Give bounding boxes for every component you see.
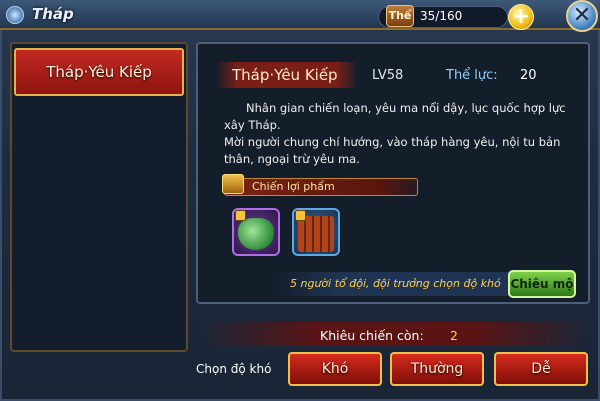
stamina-label: Thể (386, 5, 414, 27)
tower-description: Nhân gian chiến loạn, yêu ma nổi dậy, lụ… (224, 100, 584, 168)
lock-icon (295, 210, 306, 221)
tower-name: Tháp·Yêu Kiếp (232, 66, 338, 84)
lock-icon (235, 210, 246, 221)
loot-label: Chiến lợi phẩm (252, 180, 335, 193)
green-bag-icon (238, 218, 274, 250)
bundle-sticks-icon (298, 216, 334, 252)
recruit-button[interactable]: Chiêu mộ (508, 270, 576, 298)
description-line-1: Nhân gian chiến loạn, yêu ma nổi dậy, lụ… (224, 101, 566, 132)
description-line-2: Mời người chung chí hướng, vào tháp hàng… (224, 135, 561, 166)
stamina-cost-label: Thể lực: (446, 68, 498, 83)
close-x-icon: ✕ (572, 3, 592, 28)
stamina-cost-value: 20 (520, 68, 537, 83)
stamina-value: 35/160 (420, 9, 463, 23)
close-button[interactable]: ✕ (566, 0, 598, 32)
treasure-chest-icon (222, 174, 244, 194)
tower-list-item[interactable]: Tháp·Yêu Kiếp (14, 48, 184, 96)
difficulty-hard-button[interactable]: Khó (288, 352, 382, 386)
challenge-count: 2 (450, 328, 458, 343)
title-orb-icon (6, 6, 24, 24)
difficulty-normal-button[interactable]: Thường (390, 352, 484, 386)
window-title: Tháp (32, 5, 74, 23)
party-hint: 5 người tổ đội, đội trưởng chọn độ khó (290, 277, 501, 290)
difficulty-easy-button[interactable]: Dễ (494, 352, 588, 386)
difficulty-label: Chọn độ khó (196, 362, 272, 376)
tower-level: LV58 (372, 68, 404, 83)
challenge-label: Khiêu chiến còn: (320, 328, 424, 343)
add-stamina-button[interactable]: + (508, 4, 534, 30)
